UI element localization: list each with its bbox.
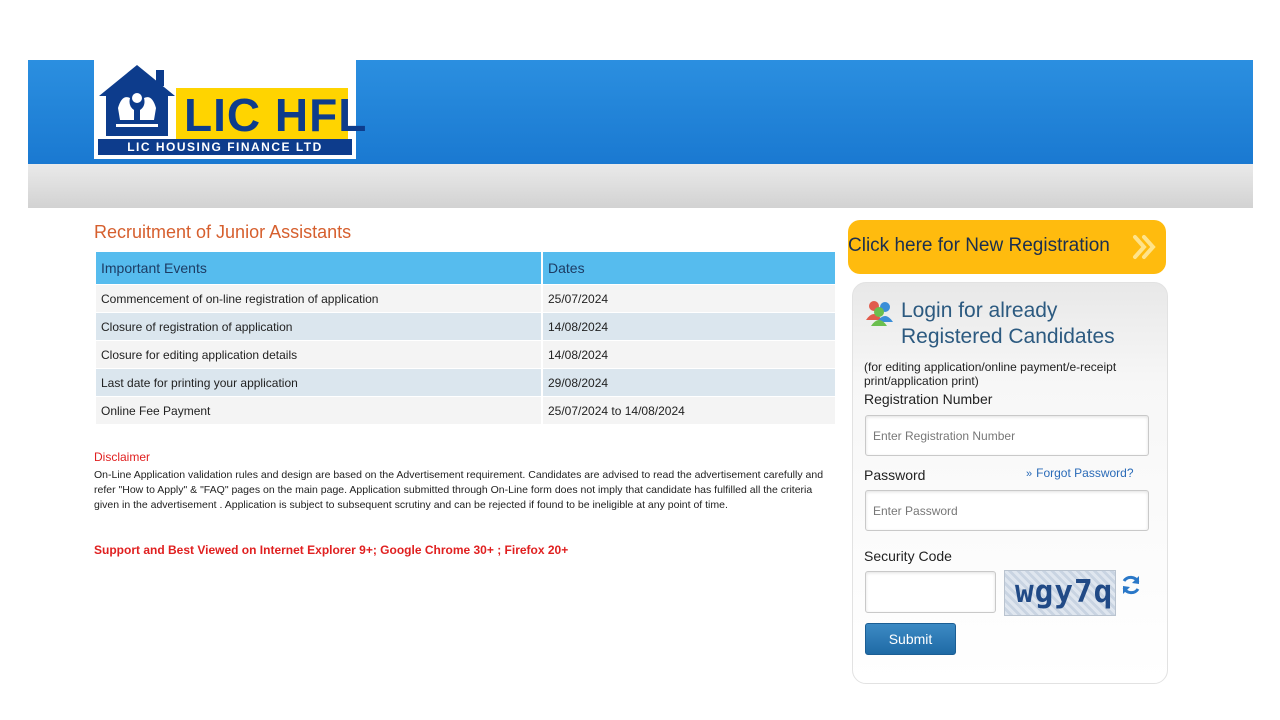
table-row: Commencement of on-line registration of … — [96, 284, 837, 313]
users-icon — [866, 301, 893, 326]
table-row: Closure of registration of application 1… — [96, 312, 837, 341]
event-cell: Commencement of on-line registration of … — [96, 284, 543, 313]
date-cell: 14/08/2024 — [542, 340, 837, 369]
double-chevron-right-icon — [1133, 235, 1156, 259]
event-cell: Closure for editing application details — [96, 340, 543, 369]
password-input[interactable] — [865, 490, 1149, 531]
forgot-password-label: Forgot Password? — [1036, 466, 1134, 480]
security-code-label: Security Code — [864, 548, 952, 564]
logo-text: LIC HFL — [184, 89, 368, 141]
date-cell: 29/08/2024 — [542, 368, 837, 397]
refresh-icon[interactable] — [1120, 574, 1142, 596]
new-registration-label: Click here for New Registration — [848, 235, 1110, 256]
captcha-image: wgy7q — [1004, 570, 1116, 616]
submit-button[interactable]: Submit — [865, 623, 956, 655]
captcha-text: wgy7q — [1015, 574, 1114, 610]
disclaimer-text: On-Line Application validation rules and… — [94, 469, 824, 511]
logo-subtitle: LIC HOUSING FINANCE LTD — [98, 139, 352, 155]
page-title: Recruitment of Junior Assistants — [94, 222, 352, 242]
event-cell: Online Fee Payment — [96, 396, 543, 424]
table-row: Last date for printing your application … — [96, 368, 837, 397]
table-header-row: Important Events Dates — [96, 252, 837, 285]
event-cell: Last date for printing your application — [96, 368, 543, 397]
forgot-password-link[interactable]: » Forgot Password? — [1026, 466, 1134, 480]
new-registration-button[interactable]: Click here for New Registration — [848, 220, 1166, 274]
date-cell: 14/08/2024 — [542, 312, 837, 341]
registration-number-input[interactable] — [865, 415, 1149, 456]
date-cell: 25/07/2024 to 14/08/2024 — [542, 396, 837, 424]
double-chevron-right-icon: » — [1026, 468, 1033, 480]
password-label: Password — [864, 467, 926, 483]
browser-support-note: Support and Best Viewed on Internet Expl… — [94, 543, 569, 557]
nav-bar — [28, 164, 1253, 208]
important-events-table: Important Events Dates Commencement of o… — [96, 252, 837, 424]
lic-hfl-logo[interactable]: LIC HFL LIC HOUSING FINANCE LTD — [94, 60, 366, 159]
registration-number-label: Registration Number — [864, 391, 993, 407]
table-row: Closure for editing application details … — [96, 340, 837, 369]
security-code-input[interactable] — [865, 571, 996, 613]
table-row: Online Fee Payment 25/07/2024 to 14/08/2… — [96, 396, 837, 424]
house-hands-icon — [99, 65, 175, 136]
login-hint: (for editing application/online payment/… — [864, 360, 1117, 388]
event-cell: Closure of registration of application — [96, 312, 543, 341]
login-heading: Login for already Registered Candidates — [901, 299, 1115, 348]
column-header-events: Important Events — [96, 252, 543, 285]
column-header-dates: Dates — [542, 252, 837, 285]
disclaimer-heading: Disclaimer — [94, 450, 151, 464]
date-cell: 25/07/2024 — [542, 284, 837, 313]
